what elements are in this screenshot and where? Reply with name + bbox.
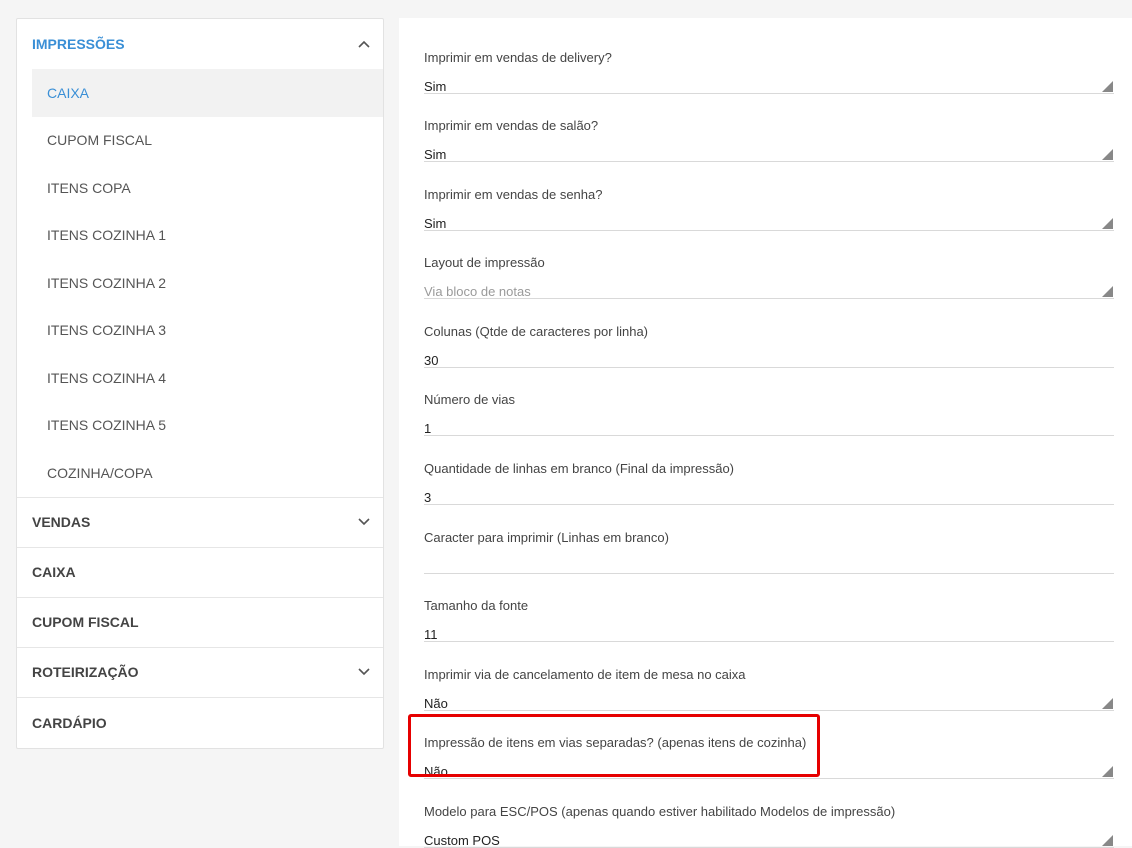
input-value[interactable]: 11 bbox=[424, 627, 438, 642]
field-imprimir-salao[interactable]: Imprimir em vendas de salão? Sim bbox=[424, 94, 1114, 162]
field-numero-vias[interactable]: Número de vias 1 bbox=[424, 368, 1114, 436]
select-arrow-icon[interactable] bbox=[1102, 766, 1113, 777]
sidebar-item-label: CUPOM FISCAL bbox=[47, 132, 153, 149]
section-cardapio[interactable]: CARDÁPIO bbox=[17, 698, 383, 748]
field-imprimir-senha[interactable]: Imprimir em vendas de senha? Sim bbox=[424, 163, 1114, 231]
field-modelo-escpos[interactable]: Modelo para ESC/POS (apenas quando estiv… bbox=[424, 780, 1114, 848]
sidebar-item-label: CAIXA bbox=[47, 84, 90, 101]
select-value: Sim bbox=[424, 216, 447, 231]
section-label: CUPOM FISCAL bbox=[32, 614, 139, 630]
field-label: Impressão de itens em vias separadas? (a… bbox=[424, 735, 807, 750]
sidebar-item-itens-cozinha-3[interactable]: ITENS COZINHA 3 bbox=[32, 307, 383, 355]
sidebar-item-label: ITENS COPA bbox=[47, 179, 131, 196]
field-label: Número de vias bbox=[424, 392, 516, 407]
field-label: Imprimir em vendas de delivery? bbox=[424, 50, 612, 65]
sidebar-item-label: ITENS COZINHA 5 bbox=[47, 417, 167, 434]
sidebar-item-label: ITENS COZINHA 2 bbox=[47, 274, 167, 291]
sidebar-item-label: ITENS COZINHA 4 bbox=[47, 369, 167, 386]
sidebar-item-caixa[interactable]: CAIXA bbox=[32, 69, 383, 117]
field-label: Imprimir via de cancelamento de item de … bbox=[424, 667, 746, 682]
field-label: Caracter para imprimir (Linhas em branco… bbox=[424, 530, 669, 545]
chevron-up-icon[interactable] bbox=[358, 38, 370, 50]
sidebar-item-label: COZINHA/COPA bbox=[47, 464, 153, 481]
field-label: Layout de impressão bbox=[424, 255, 545, 270]
select-arrow-icon[interactable] bbox=[1102, 286, 1113, 297]
select-value: Não bbox=[424, 696, 448, 711]
section-roteirizacao[interactable]: ROTEIRIZAÇÃO bbox=[17, 648, 383, 698]
settings-sidebar: IMPRESSÕES CAIXA CUPOM FISCAL ITENS COPA… bbox=[16, 18, 384, 749]
sidebar-item-itens-copa[interactable]: ITENS COPA bbox=[32, 164, 383, 212]
chevron-down-icon[interactable] bbox=[358, 516, 370, 528]
field-label: Imprimir em vendas de salão? bbox=[424, 118, 599, 133]
sidebar-item-itens-cozinha-5[interactable]: ITENS COZINHA 5 bbox=[32, 402, 383, 450]
select-value: Sim bbox=[424, 147, 447, 162]
section-impressoes[interactable]: IMPRESSÕES bbox=[17, 19, 383, 69]
input-value[interactable]: 30 bbox=[424, 353, 438, 368]
field-imprimir-delivery[interactable]: Imprimir em vendas de delivery? Sim bbox=[424, 26, 1114, 94]
field-colunas[interactable]: Colunas (Qtde de caracteres por linha) 3… bbox=[424, 300, 1114, 368]
sidebar-item-itens-cozinha-2[interactable]: ITENS COZINHA 2 bbox=[32, 259, 383, 307]
sidebar-item-itens-cozinha-1[interactable]: ITENS COZINHA 1 bbox=[32, 212, 383, 260]
select-value: Não bbox=[424, 764, 448, 779]
sidebar-item-label: ITENS COZINHA 1 bbox=[47, 227, 167, 244]
select-arrow-icon[interactable] bbox=[1102, 698, 1113, 709]
sidebar-item-cupom-fiscal[interactable]: CUPOM FISCAL bbox=[32, 117, 383, 165]
field-linhas-branco[interactable]: Quantidade de linhas em branco (Final da… bbox=[424, 437, 1114, 505]
select-value: Sim bbox=[424, 79, 447, 94]
field-label: Tamanho da fonte bbox=[424, 598, 529, 613]
section-label: IMPRESSÕES bbox=[32, 36, 125, 52]
field-layout-impressao[interactable]: Layout de impressão Via bloco de notas bbox=[424, 231, 1114, 299]
sidebar-item-cozinha-copa[interactable]: COZINHA/COPA bbox=[32, 449, 383, 497]
field-label: Imprimir em vendas de senha? bbox=[424, 187, 603, 202]
section-label: ROTEIRIZAÇÃO bbox=[32, 664, 139, 680]
field-caracter-imprimir[interactable]: Caracter para imprimir (Linhas em branco… bbox=[424, 506, 1114, 574]
input-value[interactable]: 1 bbox=[424, 421, 431, 436]
select-placeholder: Via bloco de notas bbox=[424, 284, 531, 299]
select-arrow-icon[interactable] bbox=[1102, 835, 1113, 846]
select-arrow-icon[interactable] bbox=[1102, 149, 1113, 160]
section-caixa[interactable]: CAIXA bbox=[17, 548, 383, 598]
section-label: CARDÁPIO bbox=[32, 714, 107, 731]
settings-form-panel: Imprimir em vendas de delivery? Sim Impr… bbox=[399, 18, 1132, 848]
section-vendas[interactable]: VENDAS bbox=[17, 498, 383, 548]
select-arrow-icon[interactable] bbox=[1102, 81, 1113, 92]
input-value[interactable]: 3 bbox=[424, 490, 431, 505]
sidebar-item-itens-cozinha-4[interactable]: ITENS COZINHA 4 bbox=[32, 354, 383, 402]
field-label: Modelo para ESC/POS (apenas quando estiv… bbox=[424, 804, 896, 819]
chevron-down-icon[interactable] bbox=[358, 666, 370, 678]
field-tamanho-fonte[interactable]: Tamanho da fonte 11 bbox=[424, 574, 1114, 642]
field-label: Colunas (Qtde de caracteres por linha) bbox=[424, 324, 649, 339]
section-label: CAIXA bbox=[32, 564, 76, 580]
section-label: VENDAS bbox=[32, 514, 91, 530]
impressoes-sublist: CAIXA CUPOM FISCAL ITENS COPA ITENS COZI… bbox=[17, 69, 383, 498]
select-arrow-icon[interactable] bbox=[1102, 218, 1113, 229]
field-cancelamento-mesa[interactable]: Imprimir via de cancelamento de item de … bbox=[424, 643, 1114, 711]
section-cupom-fiscal[interactable]: CUPOM FISCAL bbox=[17, 598, 383, 648]
field-vias-separadas[interactable]: Impressão de itens em vias separadas? (a… bbox=[424, 711, 1114, 779]
field-label: Quantidade de linhas em branco (Final da… bbox=[424, 461, 735, 476]
sidebar-item-label: ITENS COZINHA 3 bbox=[47, 322, 167, 339]
